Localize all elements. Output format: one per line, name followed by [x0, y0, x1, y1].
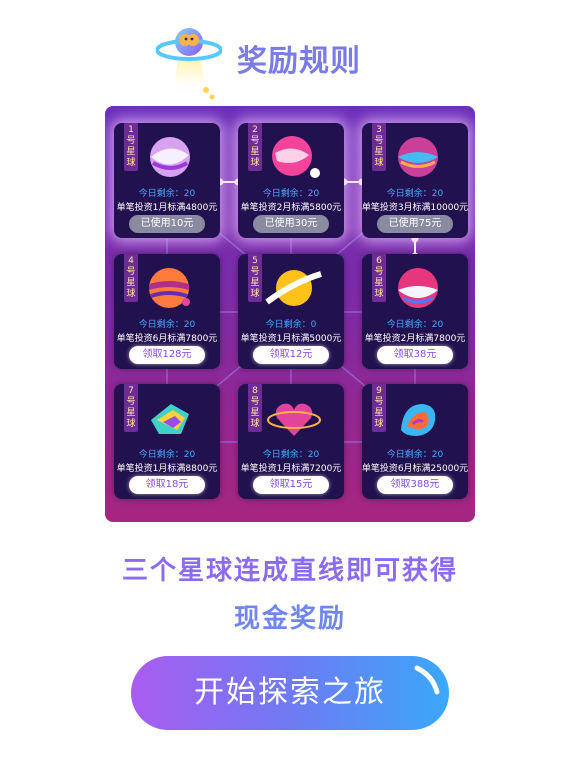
remaining-count: 今日剩余：20 — [386, 320, 444, 330]
planet-number-tag: 7号星球 — [124, 384, 138, 432]
claim-reward-button[interactable]: 领取388元 — [377, 476, 453, 494]
remaining-count: 今日剩余：0 — [265, 320, 317, 330]
claim-reward-button[interactable]: 领取15元 — [253, 476, 329, 494]
remaining-count: 今日剩余：20 — [386, 189, 444, 199]
planet-card-6: 6号星球 今日剩余：20 单笔投资2月标满7800元 领取38元 — [362, 254, 468, 369]
planet-number-tag: 2号星球 — [248, 123, 262, 171]
claim-reward-button[interactable]: 领取12元 — [253, 346, 329, 364]
planet-card-2: 2号星球 今日剩余：20 单笔投资2月标满5800元 已使用30元 — [238, 123, 344, 238]
planet-card-3: 3号星球 今日剩余：20 单笔投资3月标满10000元 已使用75元 — [362, 123, 468, 238]
remaining-count: 今日剩余：20 — [138, 189, 196, 199]
planet-card-4: 4号星球 今日剩余：20 单笔投资6月标满7800元 领取128元 — [114, 254, 220, 369]
remaining-count: 今日剩余：20 — [262, 189, 320, 199]
planet-card-8: 8号星球 今日剩余：20 单笔投资1月标满7200元 领取15元 — [238, 384, 344, 499]
slogan-line-2: 现金奖励 — [233, 604, 346, 634]
planet-icon — [272, 136, 320, 178]
planet-icon — [151, 404, 189, 434]
planet-icon — [401, 404, 436, 436]
planet-icon — [267, 403, 321, 436]
claim-reward-button[interactable]: 领取128元 — [129, 346, 205, 364]
used-reward-button: 已使用10元 — [129, 215, 205, 233]
invest-condition: 单笔投资1月标满4800元 — [116, 203, 218, 213]
planet-icon — [150, 137, 190, 177]
claim-reward-button[interactable]: 领取38元 — [377, 346, 453, 364]
remaining-count: 今日剩余：20 — [138, 320, 196, 330]
planet-number-tag: 1号星球 — [124, 123, 138, 171]
invest-condition: 单笔投资1月标满7200元 — [240, 464, 342, 474]
remaining-count: 今日剩余：20 — [386, 450, 444, 460]
invest-condition: 单笔投资2月标满5800元 — [240, 203, 342, 213]
planet-number-tag: 8号星球 — [248, 384, 262, 432]
planet-icon — [149, 268, 190, 308]
planet-board: 1号星球 今日剩余：20 单笔投资1月标满4800元 已使用10元 2号星球 今… — [105, 106, 475, 522]
invest-condition: 单笔投资6月标满7800元 — [116, 334, 218, 344]
planet-icon — [398, 268, 438, 308]
planet-icon — [265, 270, 322, 306]
slogan-line-1: 三个星球连成直线即可获得 — [121, 556, 458, 586]
remaining-count: 今日剩余：20 — [138, 450, 196, 460]
planet-card-5: 5号星球 今日剩余：0 单笔投资1月标满5000元 领取12元 — [238, 254, 344, 369]
planet-number-tag: 4号星球 — [124, 254, 138, 302]
invest-condition: 单笔投资6月标满25000元 — [361, 464, 469, 474]
planet-card-9: 9号星球 今日剩余：20 单笔投资6月标满25000元 领取388元 — [362, 384, 468, 499]
page-title: 奖励规则 — [237, 44, 361, 79]
planet-card-7: 7号星球 今日剩余：20 单笔投资1月标满8800元 领取18元 — [114, 384, 220, 499]
used-reward-button: 已使用30元 — [253, 215, 329, 233]
claim-reward-button[interactable]: 领取18元 — [129, 476, 205, 494]
invest-condition: 单笔投资2月标满7800元 — [364, 334, 466, 344]
ufo-mascot-icon — [156, 28, 222, 100]
planet-number-tag: 9号星球 — [372, 384, 386, 432]
remaining-count: 今日剩余：20 — [262, 450, 320, 460]
planet-card-1: 1号星球 今日剩余：20 单笔投资1月标满4800元 已使用10元 — [114, 123, 220, 238]
planet-number-tag: 6号星球 — [372, 254, 386, 302]
start-exploration-button[interactable]: 开始探索之旅 — [131, 656, 449, 730]
header: 奖励规则 — [0, 0, 580, 100]
planet-number-tag: 5号星球 — [248, 254, 262, 302]
invest-condition: 单笔投资1月标满5000元 — [240, 334, 342, 344]
planet-icon — [398, 137, 438, 177]
invest-condition: 单笔投资3月标满10000元 — [361, 203, 469, 213]
invest-condition: 单笔投资1月标满8800元 — [116, 464, 218, 474]
planet-number-tag: 3号星球 — [372, 123, 386, 171]
used-reward-button: 已使用75元 — [377, 215, 453, 233]
